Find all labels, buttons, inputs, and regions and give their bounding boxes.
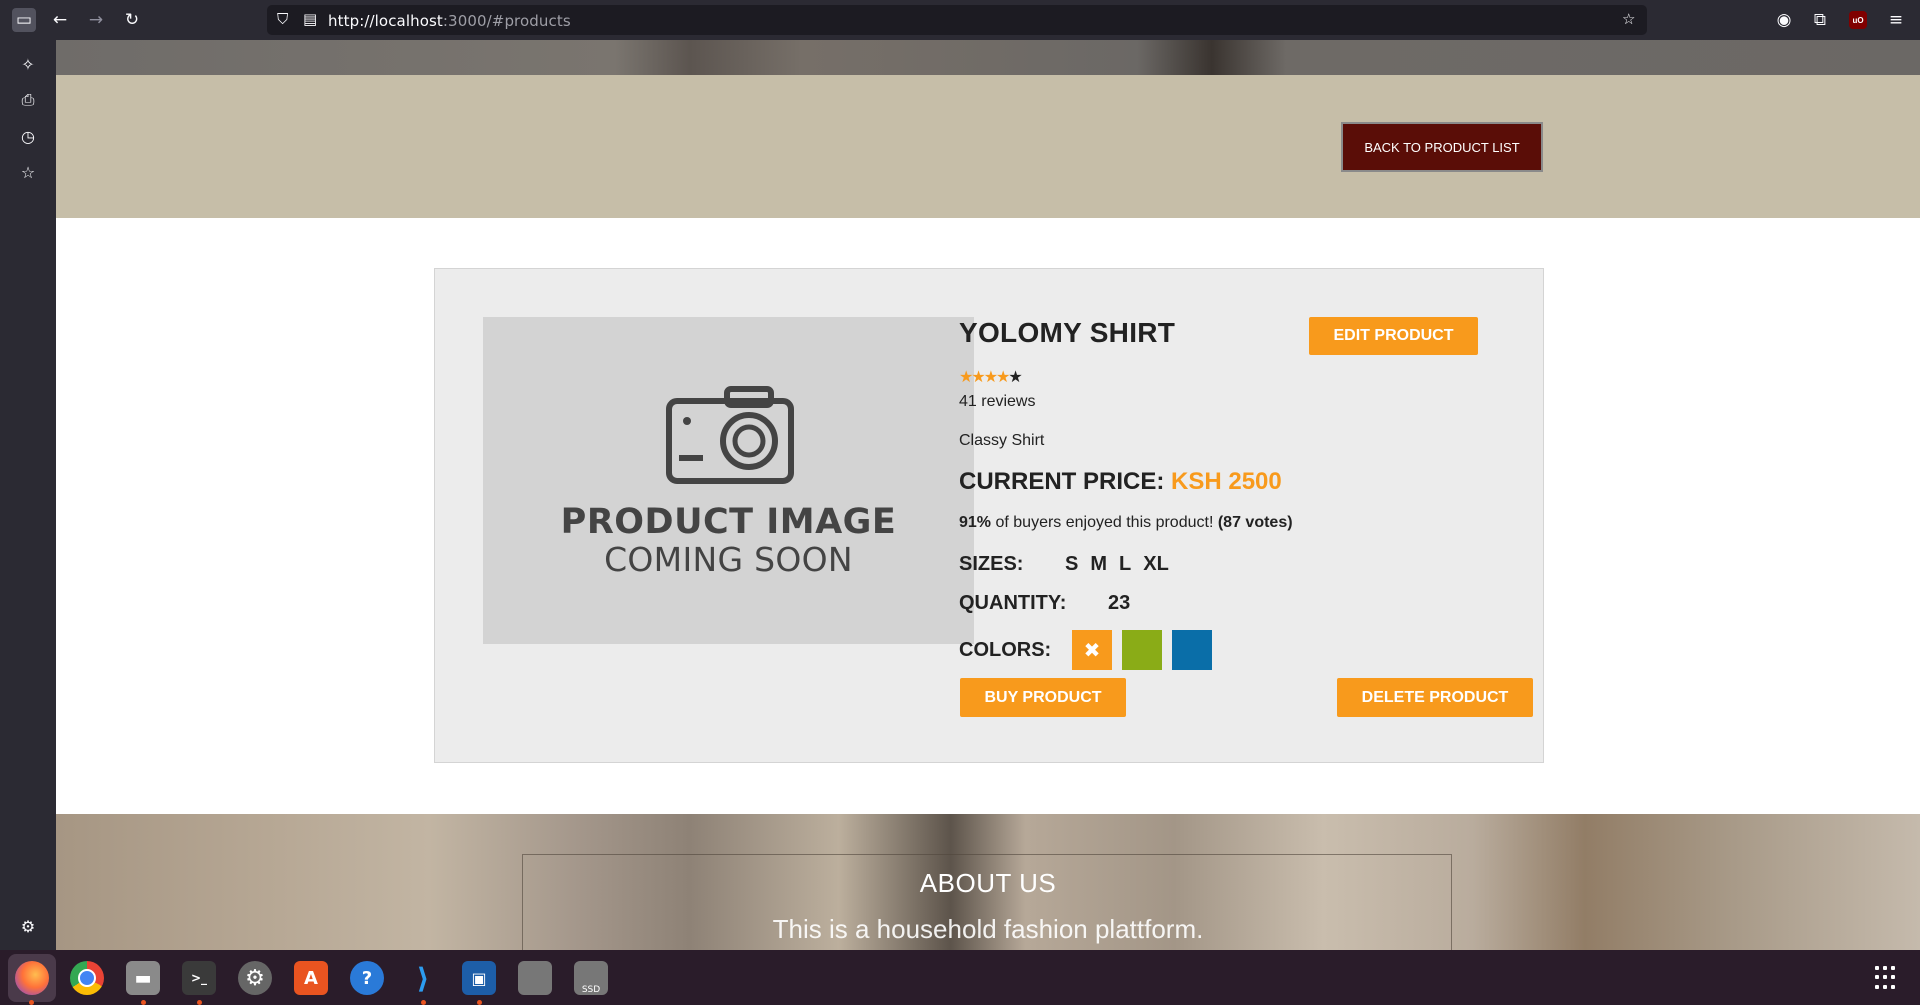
forward-arrow-icon[interactable]: → bbox=[84, 8, 108, 32]
files-icon[interactable]: ▬ bbox=[126, 961, 160, 995]
running-indicator bbox=[29, 1000, 34, 1005]
browser-sidebar: ✧ ⎙ ◷ ☆ ⚙ bbox=[0, 40, 56, 950]
size-options: S M L XL bbox=[1065, 553, 1181, 576]
page-info-icon[interactable]: ▤ bbox=[303, 10, 317, 28]
back-arrow-icon[interactable]: ← bbox=[48, 8, 72, 32]
chrome-icon[interactable] bbox=[70, 961, 104, 995]
firefox-icon[interactable] bbox=[15, 961, 49, 995]
about-title: ABOUT US bbox=[919, 868, 1057, 898]
about-section: ABOUT US This is a household fashion pla… bbox=[56, 814, 1920, 950]
delete-product-button[interactable]: DELETE PRODUCT bbox=[1337, 678, 1533, 717]
sidebar-toggle-icon[interactable]: ▭ bbox=[12, 8, 36, 32]
menu-icon[interactable]: ≡ bbox=[1884, 8, 1908, 32]
quantity-value: 23 bbox=[1108, 592, 1131, 614]
price-label: CURRENT PRICE: bbox=[959, 468, 1165, 495]
running-indicator bbox=[141, 1000, 146, 1005]
star-icon: ★ bbox=[983, 367, 998, 386]
reload-icon[interactable]: ↻ bbox=[120, 8, 144, 32]
price-value: KSH 2500 bbox=[1171, 468, 1282, 495]
placeholder-line-1: PRODUCT IMAGE bbox=[560, 502, 897, 542]
hero-image bbox=[56, 40, 1920, 75]
show-apps-icon[interactable] bbox=[1875, 966, 1899, 990]
colors-label: COLORS: bbox=[959, 639, 1052, 661]
running-indicator bbox=[477, 1000, 482, 1005]
size-option-xl[interactable]: XL bbox=[1143, 553, 1169, 575]
rating-stars: ★★★★★ bbox=[959, 367, 1023, 386]
ublock-icon[interactable]: uO bbox=[1849, 11, 1867, 29]
os-taskbar bbox=[0, 950, 1920, 1005]
enjoy-text: of buyers enjoyed this product! bbox=[995, 514, 1214, 531]
product-image: PRODUCT IMAGE COMING SOON bbox=[483, 317, 974, 644]
close-icon: ✖ bbox=[1083, 638, 1101, 662]
settings-icon[interactable]: ⚙ bbox=[238, 961, 272, 995]
review-count: 41 reviews bbox=[959, 393, 1036, 410]
product-title: YOLOMY SHIRT bbox=[959, 317, 1176, 348]
enjoy-percent: 91% bbox=[959, 514, 992, 531]
virtualbox-icon[interactable]: ▣ bbox=[462, 961, 496, 995]
header-band: BACK TO PRODUCT LIST bbox=[56, 75, 1920, 218]
disk-icon[interactable] bbox=[518, 961, 552, 995]
back-to-product-list-button[interactable]: BACK TO PRODUCT LIST bbox=[1341, 122, 1543, 172]
star-icon: ★ bbox=[996, 367, 1010, 386]
sidebar-settings-icon[interactable]: ⚙ bbox=[16, 914, 40, 938]
buyer-satisfaction: 91% of buyers enjoyed this product! (87 … bbox=[959, 514, 1293, 532]
synced-tabs-icon[interactable]: ⎙ bbox=[16, 88, 40, 112]
account-icon[interactable]: ◉ bbox=[1772, 8, 1796, 32]
ssd-label: SSD bbox=[581, 985, 601, 995]
edit-product-button[interactable]: EDIT PRODUCT bbox=[1309, 317, 1478, 355]
buy-product-button[interactable]: BUY PRODUCT bbox=[960, 678, 1126, 717]
browser-toolbar: ▭ ← → ↻ ⛉ ▤ http://localhost:3000/#produ… bbox=[0, 0, 1920, 40]
page-viewport: BACK TO PRODUCT LIST PRODUCT IMAGE COMIN… bbox=[56, 40, 1920, 950]
star-icon: ★ bbox=[1008, 367, 1022, 386]
size-option-m[interactable]: M bbox=[1090, 553, 1107, 575]
product-card: PRODUCT IMAGE COMING SOON YOLOMY SHIRT E… bbox=[434, 268, 1544, 763]
running-indicator bbox=[197, 1000, 202, 1005]
placeholder-line-2: COMING SOON bbox=[604, 540, 853, 579]
star-icon: ★ bbox=[959, 367, 973, 386]
bookmarks-icon[interactable]: ☆ bbox=[16, 160, 40, 184]
extensions-icon[interactable]: ⧉ bbox=[1808, 8, 1832, 32]
ssd-icon[interactable]: SSD bbox=[574, 961, 608, 995]
sizes-label: SIZES: bbox=[959, 553, 1024, 575]
vscode-icon[interactable]: ⟩ bbox=[406, 961, 440, 995]
url-text[interactable]: http://localhost:3000/#products bbox=[328, 12, 571, 30]
color-swatch-blue[interactable] bbox=[1172, 630, 1212, 670]
running-indicator bbox=[421, 1000, 426, 1005]
shield-icon[interactable]: ⛉ bbox=[277, 10, 288, 28]
bookmark-star-icon[interactable]: ☆ bbox=[1622, 10, 1635, 28]
price-row: CURRENT PRICE: KSH 2500 bbox=[959, 468, 1282, 496]
quantity-label: QUANTITY: bbox=[959, 592, 1067, 614]
color-swatch-orange[interactable]: ✖ bbox=[1072, 630, 1112, 670]
ai-chat-icon[interactable]: ✧ bbox=[16, 52, 40, 76]
app-center-icon[interactable]: A bbox=[294, 961, 328, 995]
star-icon: ★ bbox=[971, 367, 985, 386]
history-icon[interactable]: ◷ bbox=[16, 124, 40, 148]
camera-icon bbox=[666, 386, 794, 484]
size-option-s[interactable]: S bbox=[1065, 553, 1078, 575]
size-option-l[interactable]: L bbox=[1119, 553, 1131, 575]
help-icon[interactable]: ? bbox=[350, 961, 384, 995]
vote-count: (87 votes) bbox=[1217, 514, 1293, 531]
url-bar[interactable]: ⛉ ▤ http://localhost:3000/#products ☆ bbox=[267, 5, 1647, 35]
about-subtitle: This is a household fashion plattform. bbox=[772, 914, 1204, 944]
color-swatch-green[interactable] bbox=[1122, 630, 1162, 670]
terminal-icon[interactable]: >_ bbox=[182, 961, 216, 995]
product-description: Classy Shirt bbox=[959, 432, 1045, 449]
